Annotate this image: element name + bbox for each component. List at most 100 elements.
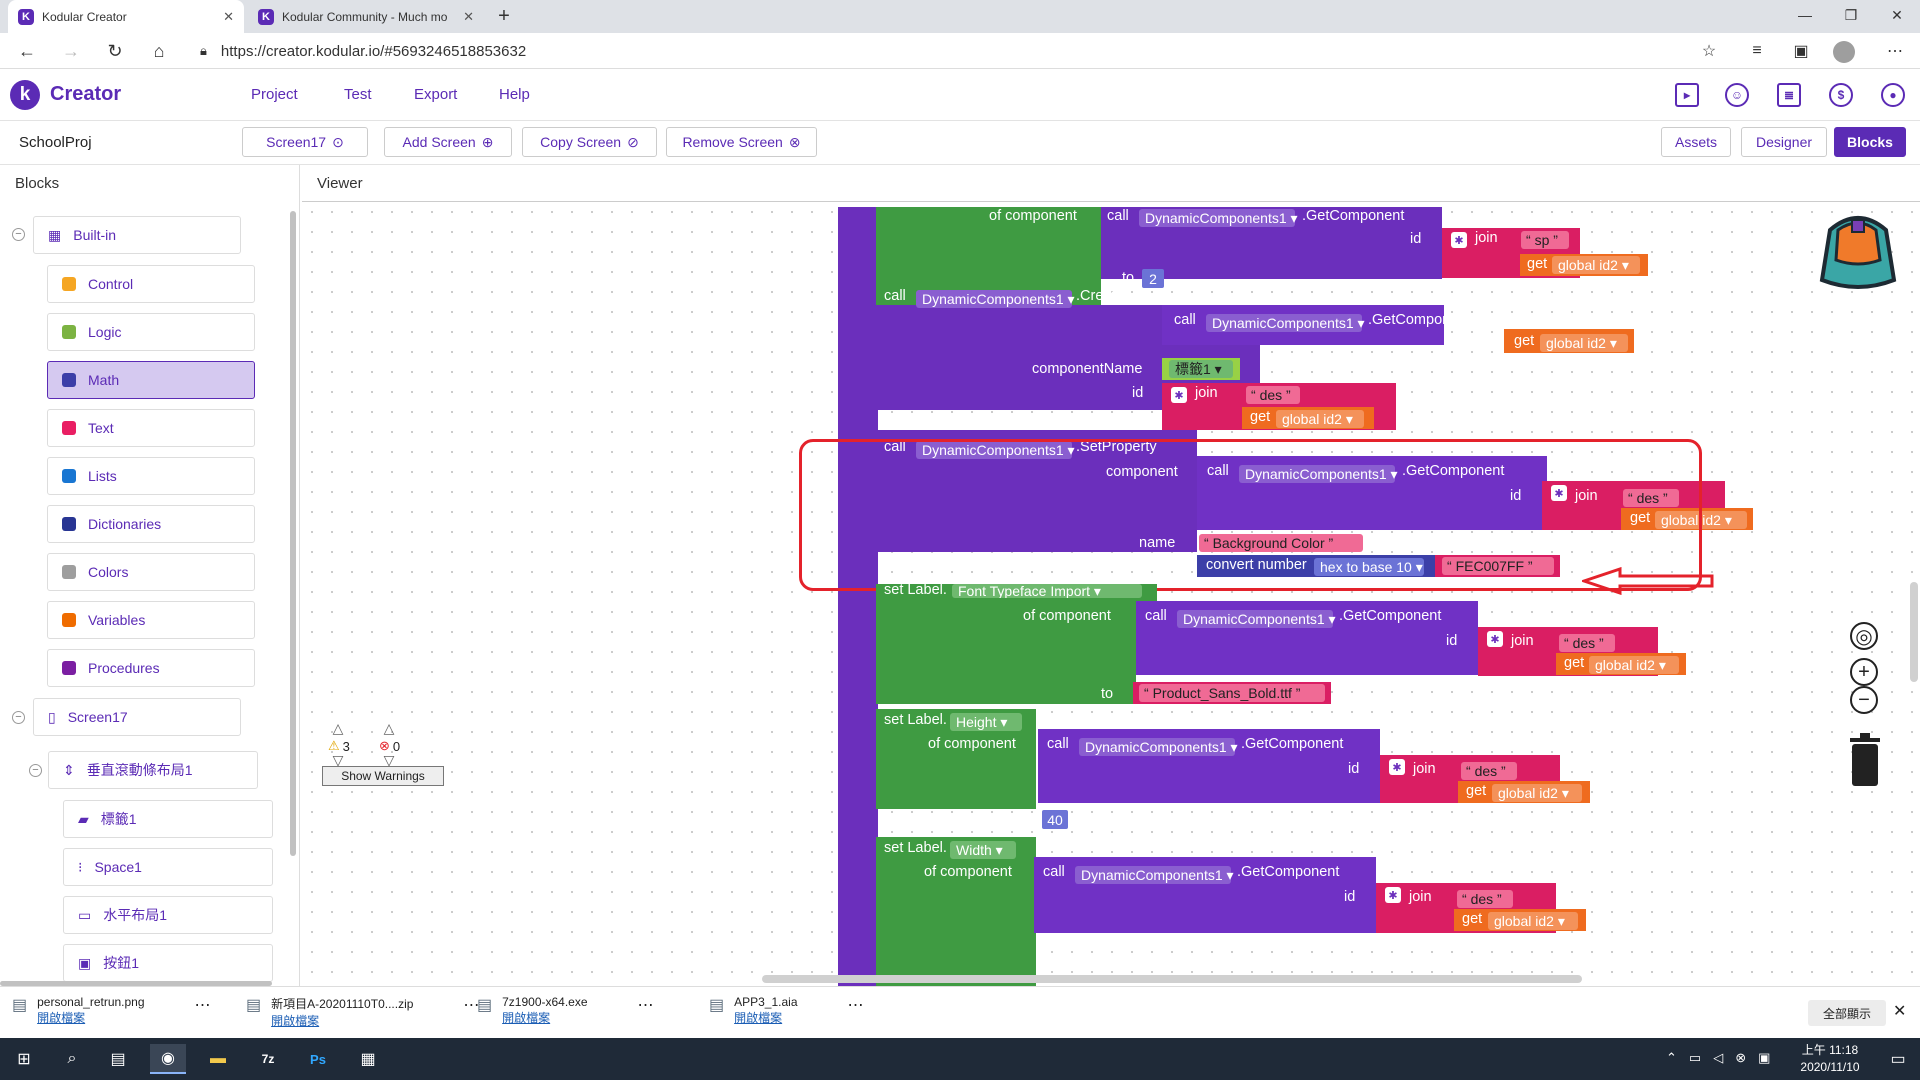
assets-button[interactable]: Assets (1661, 127, 1731, 157)
profile-avatar[interactable] (1833, 41, 1855, 63)
folder-icon[interactable]: ▸ (1675, 83, 1699, 107)
7zip-icon[interactable]: 7z (250, 1044, 286, 1074)
string-literal[interactable]: “ des ” (1246, 386, 1300, 404)
notification-tray-icon[interactable]: ▣ (1758, 1050, 1770, 1066)
forward-arrow-icon[interactable]: → (58, 39, 84, 63)
gear-icon[interactable]: ✱ (1171, 387, 1187, 403)
url-field[interactable]: 🔒︎ https://creator.kodular.io/#569324651… (190, 38, 1720, 64)
gear-icon[interactable]: ✱ (1487, 631, 1503, 647)
property-dropdown[interactable]: Height ▾ (950, 713, 1022, 731)
back-arrow-icon[interactable]: ← (14, 39, 40, 63)
component-dropdown[interactable]: DynamicComponents1 ▾ (916, 290, 1075, 308)
warning-next-arrow-icon[interactable]: ▽ (328, 752, 348, 768)
component-dropdown[interactable]: DynamicComponents1 ▾ (1075, 866, 1234, 884)
builtin-group[interactable]: ▦ Built-in (33, 216, 241, 254)
open-file-link[interactable]: 開啟檔案 (502, 1009, 587, 1026)
string-literal[interactable]: “ des ” (1461, 762, 1517, 780)
string-literal[interactable]: “ des ” (1559, 634, 1615, 652)
file-explorer-icon[interactable]: ▬ (200, 1044, 236, 1074)
collapse-builtin-icon[interactable]: − (12, 228, 25, 241)
builtin-item-colors[interactable]: Colors (47, 553, 255, 591)
builtin-item-math[interactable]: Math (47, 361, 255, 399)
more-menu-icon[interactable]: ⋯ (1882, 39, 1908, 63)
menu-export[interactable]: Export (414, 86, 457, 103)
component-dropdown[interactable]: DynamicComponents1 ▾ (1206, 314, 1365, 332)
favorite-star-icon[interactable]: ☆ (1696, 39, 1722, 63)
component-name-dropdown[interactable]: 標籤1 ▾ (1169, 360, 1233, 378)
add-screen-button[interactable]: Add Screen ⊕ (384, 127, 512, 157)
workspace-hscrollbar[interactable] (762, 975, 1582, 983)
download-item[interactable]: ▤ 7z1900-x64.exe 開啟檔案 ⋯ (477, 995, 654, 1031)
builtin-item-variables[interactable]: Variables (47, 601, 255, 639)
download-item[interactable]: ▤ APP3_1.aia 開啟檔案 ⋯ (709, 995, 864, 1031)
component-item-hlayout[interactable]: ▭ 水平布局1 (63, 896, 273, 934)
error-next-arrow-icon[interactable]: ▽ (379, 752, 399, 768)
windows-start-icon[interactable]: ⊞ (6, 1044, 42, 1074)
calculator-icon[interactable]: ▦ (350, 1044, 386, 1074)
number-literal[interactable]: 2 (1142, 269, 1164, 288)
screen-tree-item[interactable]: ▯ Screen17 (33, 698, 241, 736)
variable-dropdown[interactable]: global id2 ▾ (1276, 410, 1364, 428)
builtin-item-logic[interactable]: Logic (47, 313, 255, 351)
sidebar-scrollbar[interactable] (290, 211, 296, 856)
remove-screen-button[interactable]: Remove Screen ⊗ (666, 127, 817, 157)
network-icon[interactable]: ▭ (1689, 1050, 1701, 1066)
component-item-button1[interactable]: ▣ 按鈕1 (63, 944, 273, 982)
number-literal[interactable]: 40 (1042, 810, 1068, 829)
component-item-space1[interactable]: ⁝ Space1 (63, 848, 273, 886)
dollar-icon[interactable]: $ (1829, 83, 1853, 107)
gear-icon[interactable]: ✱ (1451, 232, 1467, 248)
property-dropdown[interactable]: Width ▾ (950, 841, 1016, 859)
property-dropdown[interactable]: Font Typeface Import ▾ (952, 584, 1142, 598)
task-view-icon[interactable]: ▤ (100, 1044, 136, 1074)
volume-icon[interactable]: ◁ (1713, 1050, 1723, 1066)
reload-icon[interactable]: ↻ (102, 39, 128, 63)
event-block-spine[interactable] (838, 207, 878, 986)
builtin-item-lists[interactable]: Lists (47, 457, 255, 495)
tab-kodular-creator[interactable]: K Kodular Creator ✕ (8, 0, 244, 33)
open-file-link[interactable]: 開啟檔案 (734, 1009, 797, 1026)
open-file-link[interactable]: 開啟檔案 (271, 1012, 413, 1029)
warning-prev-arrow-icon[interactable]: △ (328, 720, 348, 736)
screen-select-button[interactable]: Screen17 ⊙ (242, 127, 368, 157)
variable-dropdown[interactable]: global id2 ▾ (1492, 784, 1582, 802)
builtin-item-control[interactable]: Control (47, 265, 255, 303)
chevron-up-icon[interactable]: ⌃ (1666, 1050, 1677, 1066)
backpack-icon[interactable] (1812, 210, 1904, 292)
menu-project[interactable]: Project (251, 86, 298, 103)
app-tray-icon[interactable]: ⊗ (1735, 1050, 1746, 1066)
component-dropdown[interactable]: DynamicComponents1 ▾ (1177, 610, 1336, 628)
show-all-downloads-button[interactable]: 全部顯示 (1808, 1000, 1886, 1026)
string-literal[interactable]: “ des ” (1457, 890, 1513, 908)
show-warnings-button[interactable]: Show Warnings (322, 766, 444, 786)
menu-test[interactable]: Test (344, 86, 372, 103)
clock[interactable]: 上午 11:18 2020/11/10 (1790, 1042, 1870, 1076)
docs-icon[interactable]: ≣ (1777, 83, 1801, 107)
photoshop-icon[interactable]: Ps (300, 1044, 336, 1074)
account-icon[interactable]: ● (1881, 83, 1905, 107)
builtin-item-text[interactable]: Text (47, 409, 255, 447)
download-more-icon[interactable]: ⋯ (195, 995, 211, 1015)
builtin-item-dictionaries[interactable]: Dictionaries (47, 505, 255, 543)
close-window-icon[interactable]: ✕ (1874, 0, 1920, 30)
close-tab-icon[interactable]: ✕ (463, 9, 474, 25)
error-prev-arrow-icon[interactable]: △ (379, 720, 399, 736)
zoom-out-icon[interactable]: − (1850, 686, 1878, 714)
home-icon[interactable]: ⌂ (146, 39, 172, 63)
variable-dropdown[interactable]: global id2 ▾ (1589, 656, 1679, 674)
designer-button[interactable]: Designer (1741, 127, 1827, 157)
collapse-layout-icon[interactable]: − (29, 764, 42, 777)
gamepad-icon[interactable]: ☺ (1725, 83, 1749, 107)
gear-icon[interactable]: ✱ (1389, 759, 1405, 775)
string-literal[interactable]: “ Product_Sans_Bold.ttf ” (1139, 684, 1325, 702)
copy-screen-button[interactable]: Copy Screen ⊘ (522, 127, 657, 157)
recenter-icon[interactable]: ◎ (1850, 622, 1878, 650)
component-item-vscroll[interactable]: ⇕ 垂直滾動條布局1 (48, 751, 258, 789)
favorites-list-icon[interactable]: ≡ (1744, 39, 1770, 63)
download-more-icon[interactable]: ⋯ (638, 995, 654, 1015)
variable-dropdown[interactable]: global id2 ▾ (1488, 912, 1578, 930)
collections-icon[interactable]: ▣ (1788, 39, 1814, 63)
maximize-icon[interactable]: ❐ (1828, 0, 1874, 30)
gear-icon[interactable]: ✱ (1385, 887, 1401, 903)
component-item-label1[interactable]: ▰ 標籤1 (63, 800, 273, 838)
